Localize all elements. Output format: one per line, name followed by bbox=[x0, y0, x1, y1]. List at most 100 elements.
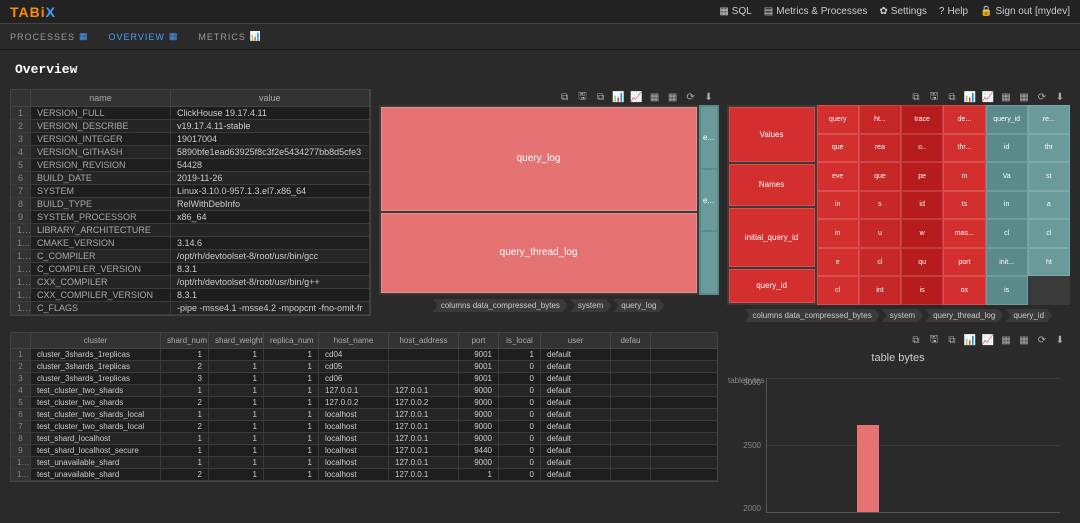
col-value[interactable]: value bbox=[171, 90, 370, 106]
tm2-grid-cell[interactable]: pe bbox=[901, 162, 943, 191]
table-row[interactable]: 8BUILD_TYPERelWithDebInfo bbox=[11, 198, 370, 211]
grid2-icon[interactable]: ▦ bbox=[1018, 334, 1030, 346]
tm2-grid-cell[interactable]: query_id bbox=[986, 105, 1028, 134]
copy-icon[interactable]: ⧉ bbox=[559, 91, 571, 103]
table-row[interactable]: 10test_unavailable_shard111localhost127.… bbox=[11, 457, 717, 469]
tm2-grid-cell[interactable]: is bbox=[901, 276, 943, 305]
tm2-grid-cell[interactable]: o.. bbox=[901, 134, 943, 163]
table-row[interactable]: 11test_unavailable_shard211localhost127.… bbox=[11, 469, 717, 481]
tm2-grid-cell[interactable]: e bbox=[817, 248, 859, 277]
tm2-grid-cell[interactable]: in bbox=[986, 191, 1028, 220]
refresh-icon[interactable]: ⟳ bbox=[1036, 91, 1048, 103]
tm2-values[interactable]: Values bbox=[729, 107, 815, 162]
copy2-icon[interactable]: ⧉ bbox=[946, 91, 958, 103]
table-row[interactable]: 12C_COMPILER/opt/rh/devtoolset-8/root/us… bbox=[11, 250, 370, 263]
nav-signout[interactable]: 🔒Sign out [mydev] bbox=[980, 6, 1070, 17]
bc-item[interactable]: query_thread_log bbox=[925, 309, 1003, 322]
bc-item[interactable]: system bbox=[570, 299, 611, 312]
table-row[interactable]: 2VERSION_DESCRIBEv19.17.4.11-stable bbox=[11, 120, 370, 133]
tm2-grid-cell[interactable]: port bbox=[943, 248, 985, 277]
refresh-icon[interactable]: ⟳ bbox=[685, 91, 697, 103]
copy2-icon[interactable]: ⧉ bbox=[595, 91, 607, 103]
table-row[interactable]: 11CMAKE_VERSION3.14.6 bbox=[11, 237, 370, 250]
tm2-grid-cell[interactable]: cl bbox=[817, 276, 859, 305]
nav-metrics[interactable]: ▤Metrics & Processes bbox=[764, 6, 868, 17]
download-icon[interactable]: ⬇ bbox=[1054, 91, 1066, 103]
col-defau[interactable]: defau bbox=[611, 333, 651, 348]
bc-item[interactable]: query_id bbox=[1005, 309, 1052, 322]
tab-overview[interactable]: OVERVIEW▦ bbox=[109, 31, 179, 42]
table-row[interactable]: 9test_shard_localhost_secure111localhost… bbox=[11, 445, 717, 457]
table-row[interactable]: 4test_cluster_two_shards111127.0.0.1127.… bbox=[11, 385, 717, 397]
save-icon[interactable]: 🖫 bbox=[928, 91, 940, 103]
table-row[interactable]: 9SYSTEM_PROCESSORx86_64 bbox=[11, 211, 370, 224]
tm2-grid-cell[interactable]: Va bbox=[986, 162, 1028, 191]
table-row[interactable]: 4VERSION_GITHASH5890bfe1ead63925f8c3f2e5… bbox=[11, 146, 370, 159]
grid2-icon[interactable]: ▦ bbox=[1018, 91, 1030, 103]
tm2-grid-cell[interactable]: cl bbox=[986, 219, 1028, 248]
nav-sql[interactable]: ▦SQL bbox=[719, 6, 751, 17]
col-cluster[interactable]: cluster bbox=[31, 333, 161, 348]
tm2-grid-cell[interactable]: u bbox=[859, 219, 901, 248]
table-row[interactable]: 10LIBRARY_ARCHITECTURE bbox=[11, 224, 370, 237]
chart-icon[interactable]: 📊 bbox=[964, 91, 976, 103]
tab-processes[interactable]: PROCESSES▦ bbox=[10, 31, 89, 42]
tm2-grid-cell[interactable]: thr bbox=[1028, 134, 1070, 163]
tm2-grid-cell[interactable]: eve bbox=[817, 162, 859, 191]
table-row[interactable]: 7test_cluster_two_shards_local211localho… bbox=[11, 421, 717, 433]
tm2-grid-cell[interactable]: w bbox=[901, 219, 943, 248]
table-row[interactable]: 16C_FLAGS-pipe -msse4.1 -msse4.2 -mpopcn… bbox=[11, 302, 370, 315]
col-user[interactable]: user bbox=[541, 333, 611, 348]
tm2-grid-cell[interactable]: init... bbox=[986, 248, 1028, 277]
col-name[interactable]: name bbox=[31, 90, 171, 106]
tm2-names[interactable]: Names bbox=[729, 164, 815, 206]
table-row[interactable]: 13C_COMPILER_VERSION8.3.1 bbox=[11, 263, 370, 276]
table-row[interactable]: 5test_cluster_two_shards211127.0.0.2127.… bbox=[11, 397, 717, 409]
table-row[interactable]: 5VERSION_REVISION54428 bbox=[11, 159, 370, 172]
grid-icon[interactable]: ▦ bbox=[1000, 91, 1012, 103]
tm2-grid-cell[interactable]: ht... bbox=[859, 105, 901, 134]
copy-icon[interactable]: ⧉ bbox=[910, 334, 922, 346]
tm2-grid-cell[interactable]: que bbox=[859, 162, 901, 191]
grid-icon[interactable]: ▦ bbox=[1000, 334, 1012, 346]
bc-item[interactable]: columns data_compressed_bytes bbox=[745, 309, 880, 322]
refresh-icon[interactable]: ⟳ bbox=[1036, 334, 1048, 346]
tm2-grid-cell[interactable]: cl bbox=[859, 248, 901, 277]
chart-bar[interactable] bbox=[857, 425, 879, 512]
save-icon[interactable]: 🖫 bbox=[928, 334, 940, 346]
download-icon[interactable]: ⬇ bbox=[703, 91, 715, 103]
tm2-grid-cell[interactable]: thr... bbox=[943, 134, 985, 163]
table-row[interactable]: 1VERSION_FULLClickHouse 19.17.4.11 bbox=[11, 107, 370, 120]
tm2-grid-cell[interactable]: m bbox=[943, 162, 985, 191]
treemap1-side-1[interactable]: e... bbox=[701, 170, 717, 231]
tm2-grid-cell[interactable]: st bbox=[1028, 162, 1070, 191]
tm2-grid-cell[interactable]: in bbox=[817, 191, 859, 220]
bc-item[interactable]: columns data_compressed_bytes bbox=[433, 299, 568, 312]
line-icon[interactable]: 📈 bbox=[631, 91, 643, 103]
tm2-grid-cell[interactable]: mas... bbox=[943, 219, 985, 248]
col-shard_num[interactable]: shard_num bbox=[161, 333, 209, 348]
tm2-grid-cell[interactable]: que bbox=[817, 134, 859, 163]
tm2-grid-cell[interactable]: ht bbox=[1028, 248, 1070, 277]
tab-metrics[interactable]: METRICS📊 bbox=[198, 31, 262, 42]
line-icon[interactable]: 📈 bbox=[982, 334, 994, 346]
tm2-grid-cell[interactable]: os bbox=[943, 276, 985, 305]
col-replica_num[interactable]: replica_num bbox=[264, 333, 319, 348]
tm2-grid-cell[interactable]: a bbox=[1028, 191, 1070, 220]
col-port[interactable]: port bbox=[459, 333, 499, 348]
tm2-grid-cell[interactable]: is bbox=[986, 276, 1028, 305]
table-row[interactable]: 7SYSTEMLinux-3.10.0-957.1.3.el7.x86_64 bbox=[11, 185, 370, 198]
tm2-grid-cell[interactable]: int bbox=[859, 276, 901, 305]
tm2-grid-cell[interactable]: re... bbox=[1028, 105, 1070, 134]
line-icon[interactable]: 📈 bbox=[982, 91, 994, 103]
tm2-grid-cell[interactable]: id bbox=[901, 191, 943, 220]
table-row[interactable]: 2cluster_3shards_1replicas211cd0590010de… bbox=[11, 361, 717, 373]
tm2-grid-cell[interactable]: id bbox=[986, 134, 1028, 163]
download-icon[interactable]: ⬇ bbox=[1054, 334, 1066, 346]
copy2-icon[interactable]: ⧉ bbox=[946, 334, 958, 346]
save-icon[interactable]: 🖫 bbox=[577, 91, 589, 103]
treemap1-side-2[interactable] bbox=[701, 232, 717, 293]
treemap1-side-0[interactable]: e... bbox=[701, 107, 717, 168]
tm2-grid-cell[interactable]: in bbox=[817, 219, 859, 248]
chart-icon[interactable]: 📊 bbox=[613, 91, 625, 103]
